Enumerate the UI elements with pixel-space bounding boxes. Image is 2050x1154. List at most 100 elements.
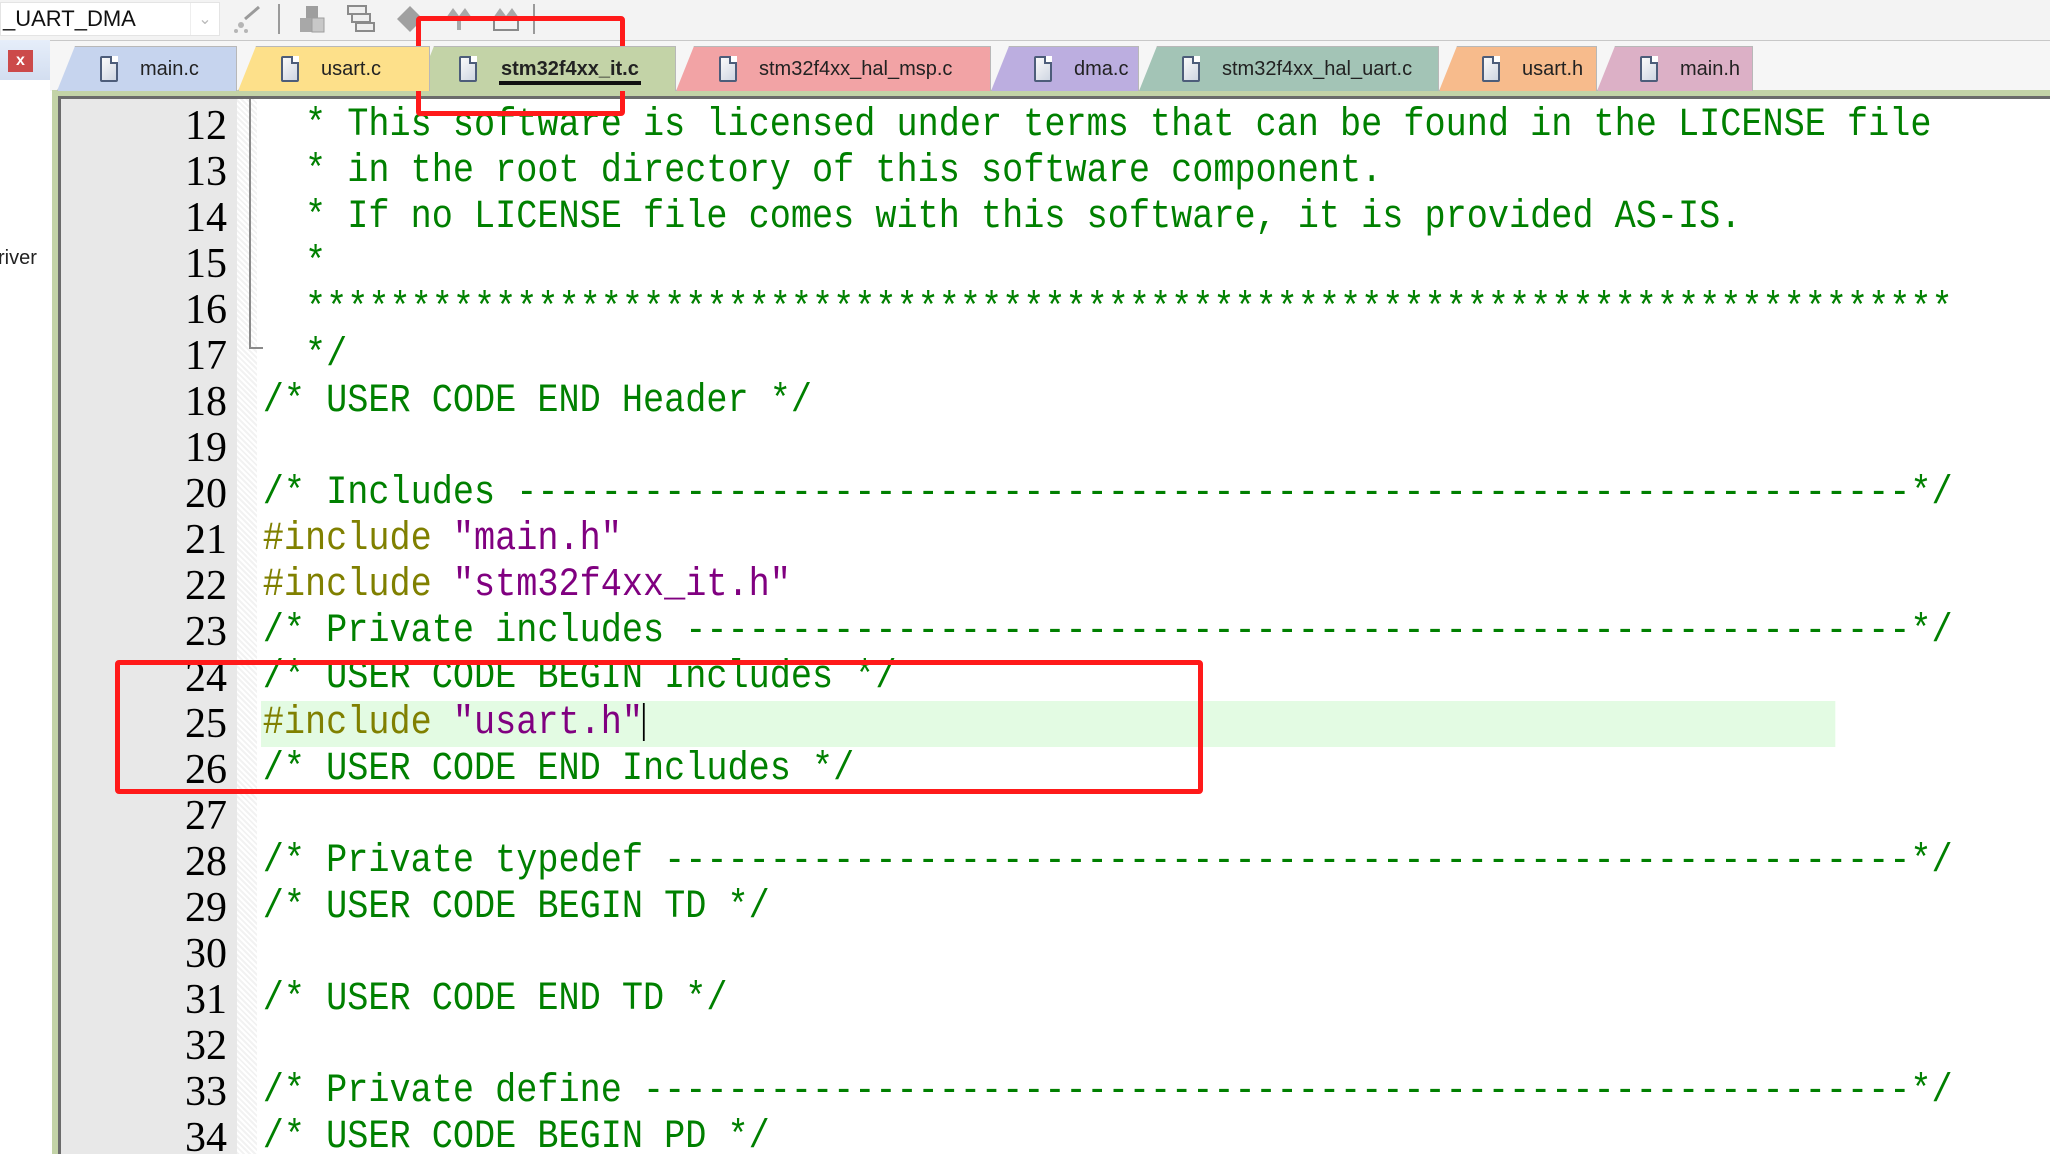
target-select[interactable]: _UART_DMA ⌄	[0, 2, 220, 36]
code-line[interactable]: 22 #include "stm32f4xx_it.h"	[61, 563, 2050, 609]
string-token: "usart.h"	[452, 701, 644, 746]
code-line[interactable]: 13 * in the root directory of this softw…	[61, 149, 2050, 195]
line-number: 18	[185, 379, 227, 425]
code-text: * in the root directory of this software…	[261, 149, 1835, 195]
code-line[interactable]: 31 /* USER CODE END TD */	[61, 977, 2050, 1023]
code-line[interactable]: 12 * This software is licensed under ter…	[61, 103, 2050, 149]
code-line[interactable]: 18 /* USER CODE END Header */	[61, 379, 2050, 425]
editor-content[interactable]: 12 * This software is licensed under ter…	[58, 96, 2050, 1154]
tab-stm32f4xx-hal-msp-c[interactable]: stm32f4xx_hal_msp.c	[676, 46, 991, 91]
tab-main-c[interactable]: main.c	[57, 46, 237, 91]
line-number: 30	[185, 931, 227, 977]
preprocessor-token: #include	[262, 701, 453, 746]
file-icon	[1034, 56, 1052, 82]
close-icon: x	[16, 52, 25, 69]
line-number: 25	[185, 701, 227, 747]
code-line[interactable]: 30	[61, 931, 2050, 977]
code-line[interactable]: 14 * If no LICENSE file comes with this …	[61, 195, 2050, 241]
code-text: /* USER CODE END Includes */	[261, 747, 1835, 793]
file-icon	[1482, 56, 1500, 82]
code-text: /* USER CODE END Header */	[261, 379, 1835, 425]
comment-token: /* Private typedef ---------------------…	[262, 839, 1953, 884]
line-number: 12	[185, 103, 227, 149]
code-text: * If no LICENSE file comes with this sof…	[261, 195, 1835, 241]
code-line[interactable]: 17 */	[61, 333, 2050, 379]
line-number: 27	[185, 793, 227, 839]
code-line[interactable]: 23 /* Private includes ------------------…	[61, 609, 2050, 655]
line-number: 13	[185, 149, 227, 195]
code-text: /* USER CODE END TD */	[261, 977, 1835, 1023]
code-line[interactable]: 32	[61, 1023, 2050, 1069]
tab-main-h[interactable]: main.h	[1597, 46, 1753, 91]
comment-token: /* Private define ----------------------…	[262, 1069, 1953, 1114]
code-line[interactable]: 21 #include "main.h"	[61, 517, 2050, 563]
window-layout-icon[interactable]	[345, 4, 377, 34]
line-number: 28	[185, 839, 227, 885]
file-icon	[100, 56, 118, 82]
line-number: 24	[185, 655, 227, 701]
code-line[interactable]: 19	[61, 425, 2050, 471]
tab-label: stm32f4xx_hal_uart.c	[1222, 57, 1413, 80]
line-number: 19	[185, 425, 227, 471]
line-number: 32	[185, 1023, 227, 1069]
erase-icon[interactable]	[490, 4, 522, 34]
close-panel-button[interactable]: x	[8, 50, 33, 72]
code-lines: 12 * This software is licensed under ter…	[61, 103, 2050, 1154]
comment-token: */	[262, 333, 348, 378]
comment-token: /* USER CODE END Includes */	[262, 747, 855, 792]
line-number: 29	[185, 885, 227, 931]
code-line[interactable]: 27	[61, 793, 2050, 839]
line-number: 15	[185, 241, 227, 287]
tab-label: stm32f4xx_it.c	[499, 58, 641, 85]
line-number: 34	[185, 1115, 227, 1154]
file-icon	[281, 56, 299, 82]
tab-stm32f4xx-it-c[interactable]: stm32f4xx_it.c	[416, 46, 676, 91]
tab-label: usart.c	[321, 57, 382, 80]
tab-label: usart.h	[1522, 57, 1584, 80]
code-line[interactable]: 25 #include "usart.h"	[61, 701, 2050, 747]
code-text: #include "main.h"	[261, 517, 1835, 563]
code-line[interactable]: 34 /* USER CODE BEGIN PD */	[61, 1115, 2050, 1154]
tab-stm32f4xx-hal-uart-c[interactable]: stm32f4xx_hal_uart.c	[1139, 46, 1439, 91]
manage-components-icon[interactable]	[296, 4, 328, 34]
comment-token: /* USER CODE BEGIN PD */	[262, 1115, 770, 1154]
code-text: *	[261, 241, 1835, 287]
code-line[interactable]: 33 /* Private define --------------------…	[61, 1069, 2050, 1115]
tab-usart-c[interactable]: usart.c	[238, 46, 430, 91]
line-number: 26	[185, 747, 227, 793]
comment-token: * If no LICENSE file comes with this sof…	[262, 195, 1742, 240]
code-line[interactable]: 24 /* USER CODE BEGIN Includes */	[61, 655, 2050, 701]
code-line[interactable]: 28 /* Private typedef -------------------…	[61, 839, 2050, 885]
comment-token: * This software is licensed under terms …	[262, 103, 1932, 148]
code-line[interactable]: 26 /* USER CODE END Includes */	[61, 747, 2050, 793]
code-text: /* USER CODE BEGIN PD */	[261, 1115, 1835, 1154]
pack-installer-icon[interactable]	[394, 4, 426, 34]
editor-tabs: main.c usart.c stm32f4xx_it.c stm32f4xx_hal…	[50, 40, 2050, 91]
tab-dma-c[interactable]: dma.c	[991, 46, 1139, 91]
code-line[interactable]: 15 *	[61, 241, 2050, 287]
wizard-icon[interactable]	[232, 4, 264, 34]
line-number: 22	[185, 563, 227, 609]
code-text: ****************************************…	[261, 287, 1953, 333]
download-icon[interactable]	[443, 4, 475, 34]
tab-label: main.c	[140, 57, 199, 80]
toolbar-separator	[533, 4, 535, 34]
project-tree-item[interactable]: river	[0, 247, 37, 270]
tab-label: main.h	[1680, 57, 1741, 80]
target-select-value: _UART_DMA	[3, 6, 136, 31]
comment-token: /* USER CODE END Header */	[262, 379, 812, 424]
code-line[interactable]: 16 *************************************…	[61, 287, 2050, 333]
code-editor: 12 * This software is licensed under ter…	[52, 90, 2050, 1154]
string-token: "stm32f4xx_it.h"	[452, 563, 791, 608]
code-line[interactable]: 20 /* Includes --------------------------…	[61, 471, 2050, 517]
preprocessor-token: #include	[262, 563, 453, 608]
code-text: #include "usart.h"	[261, 701, 1836, 747]
dropdown-chevron-icon[interactable]: ⌄	[190, 3, 219, 35]
tab-usart-h[interactable]: usart.h	[1439, 46, 1597, 91]
tab-label: stm32f4xx_hal_msp.c	[759, 57, 953, 80]
code-line[interactable]: 29 /* USER CODE BEGIN TD */	[61, 885, 2050, 931]
comment-token: /* Includes ----------------------------…	[262, 471, 1953, 516]
comment-token: * in the root directory of this software…	[262, 149, 1383, 194]
preprocessor-token: #include	[262, 517, 453, 562]
